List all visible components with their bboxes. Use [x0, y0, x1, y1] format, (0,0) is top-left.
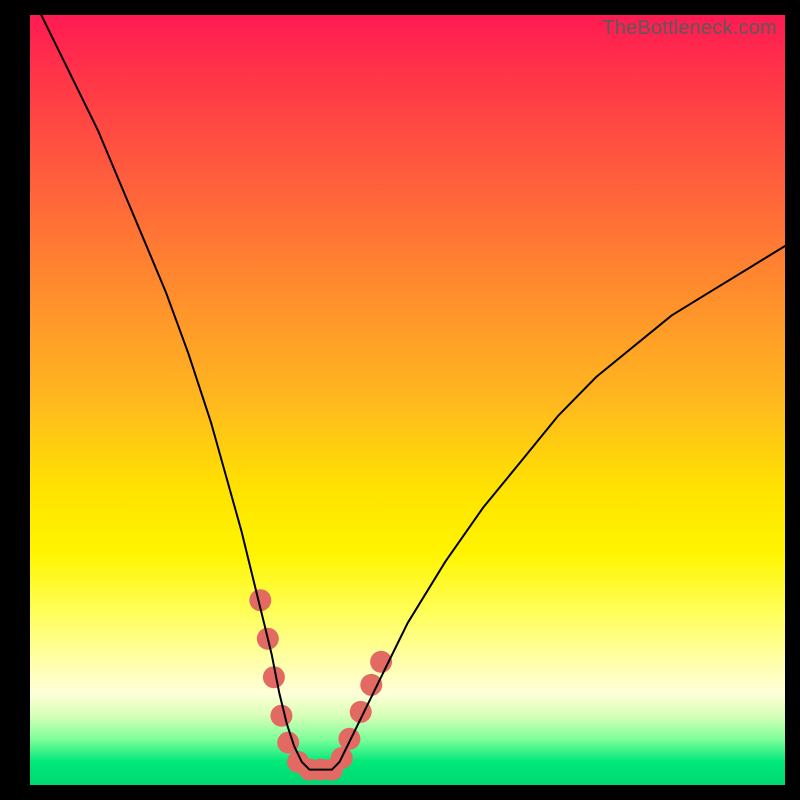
- chart-frame: TheBottleneck.com: [30, 15, 785, 785]
- curve-marker: [270, 705, 292, 727]
- curve-marker: [338, 728, 360, 750]
- marker-group: [249, 589, 392, 780]
- curve-marker: [360, 674, 382, 696]
- chart-plot: [30, 15, 785, 785]
- bottleneck-curve: [30, 0, 785, 770]
